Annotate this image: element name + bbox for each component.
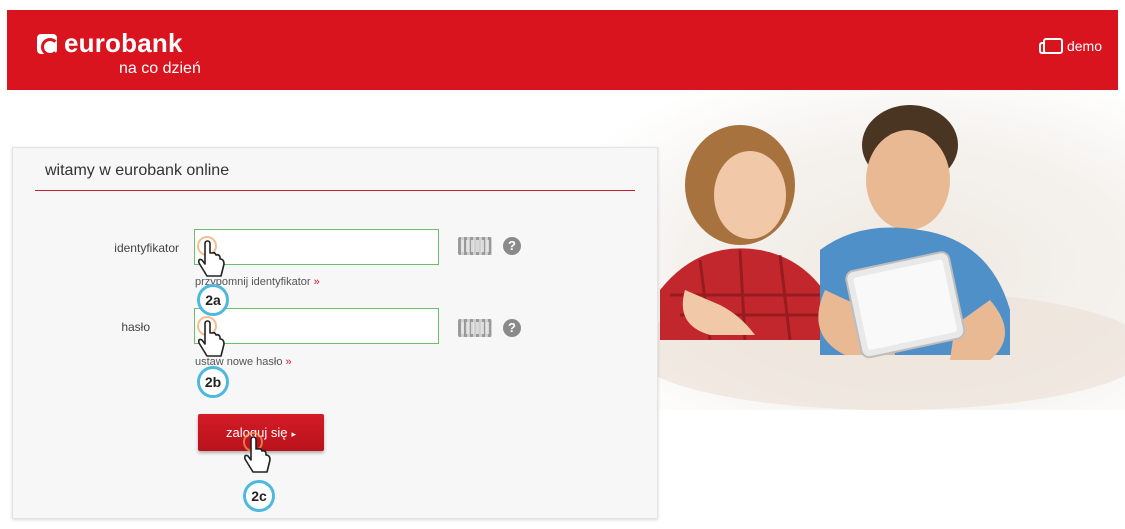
- hero-photo-illustration: [630, 105, 1125, 410]
- remind-identifier-link-arrow: »: [313, 276, 320, 288]
- demo-label: demo: [1066, 38, 1102, 54]
- password-label: hasło: [121, 320, 150, 334]
- step-badge-2c: 2c: [243, 480, 275, 512]
- logo-name: eurobank: [64, 28, 183, 58]
- step-badge-2a: 2a: [197, 284, 229, 316]
- eurobank-logo-icon: [37, 34, 59, 56]
- set-new-password-link-arrow: »: [285, 356, 292, 368]
- hand-pointer-icon: [197, 236, 225, 277]
- title-divider: [35, 190, 635, 191]
- login-panel-title: witamy w eurobank online: [45, 162, 230, 179]
- identifier-help-icon[interactable]: ?: [503, 237, 521, 255]
- hand-pointer-icon: [243, 432, 271, 473]
- identifier-label: identyfikator: [114, 241, 179, 255]
- demo-link[interactable]: demo: [1038, 38, 1102, 54]
- virtual-keyboard-icon[interactable]: [458, 237, 492, 255]
- caret-right-icon: ▸: [291, 429, 296, 439]
- virtual-keyboard-icon[interactable]: [458, 319, 492, 337]
- login-panel: witamy w eurobank online identyfikator ?…: [12, 147, 658, 519]
- logo-tagline: na co dzień: [119, 60, 201, 77]
- step-badge-2b: 2b: [197, 366, 229, 398]
- password-help-icon[interactable]: ?: [503, 319, 521, 337]
- hero-photo: [590, 90, 1125, 410]
- identifier-input[interactable]: [194, 229, 439, 265]
- demo-tablet-icon: [1038, 38, 1063, 54]
- hand-pointer-icon: [197, 316, 225, 357]
- header-bar: eurobank na co dzień demo: [7, 10, 1118, 90]
- password-input[interactable]: [194, 308, 439, 344]
